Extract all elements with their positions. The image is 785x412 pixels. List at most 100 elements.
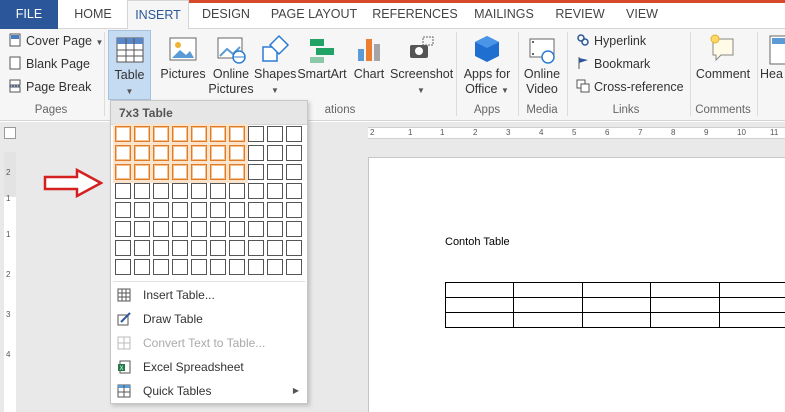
- table-cell[interactable]: [650, 297, 720, 313]
- grid-cell[interactable]: [286, 259, 302, 275]
- grid-cell[interactable]: [191, 240, 207, 256]
- document-page[interactable]: Contoh Table: [368, 157, 785, 412]
- table-cell[interactable]: [444, 312, 515, 328]
- grid-cell[interactable]: [248, 183, 264, 199]
- tab-view[interactable]: VIEW: [616, 0, 668, 29]
- table-row[interactable]: [444, 312, 785, 328]
- grid-cell-selected[interactable]: [153, 145, 169, 161]
- grid-cell[interactable]: [267, 221, 283, 237]
- horizontal-ruler[interactable]: 2 1 1 2 3 4 5 6 7 8 9 10 11: [368, 127, 785, 139]
- tab-review[interactable]: REVIEW: [550, 0, 610, 29]
- grid-cell[interactable]: [191, 221, 207, 237]
- table-cell[interactable]: [650, 312, 720, 328]
- grid-cell[interactable]: [115, 183, 131, 199]
- tab-page-layout[interactable]: PAGE LAYOUT: [262, 0, 366, 29]
- blank-page-button[interactable]: Blank Page: [8, 54, 90, 75]
- grid-cell[interactable]: [115, 221, 131, 237]
- bookmark-button[interactable]: Bookmark: [576, 54, 650, 75]
- chart-button[interactable]: Chart: [350, 33, 388, 82]
- tab-mailings[interactable]: MAILINGS: [466, 0, 542, 29]
- tab-home[interactable]: HOME: [62, 0, 124, 29]
- tab-selector[interactable]: [4, 127, 16, 139]
- insert-table-item[interactable]: Insert Table...: [111, 283, 307, 307]
- table-cell[interactable]: [513, 297, 583, 313]
- table-cell[interactable]: [581, 312, 652, 328]
- apps-for-office-button[interactable]: Apps for Office ▼: [460, 33, 514, 98]
- grid-cell[interactable]: [286, 240, 302, 256]
- table-cell[interactable]: [444, 282, 515, 298]
- hyperlink-button[interactable]: Hyperlink: [576, 31, 646, 52]
- grid-cell[interactable]: [210, 183, 226, 199]
- grid-cell[interactable]: [248, 126, 264, 142]
- comment-button[interactable]: Comment: [692, 33, 754, 82]
- table-cell[interactable]: [513, 282, 583, 298]
- grid-cell[interactable]: [153, 240, 169, 256]
- screenshot-button[interactable]: Screenshot ▼: [390, 33, 453, 98]
- grid-cell[interactable]: [115, 240, 131, 256]
- grid-cell-selected[interactable]: [134, 145, 150, 161]
- grid-cell[interactable]: [286, 164, 302, 180]
- grid-cell[interactable]: [210, 202, 226, 218]
- table-cell[interactable]: [718, 282, 785, 298]
- grid-cell[interactable]: [134, 240, 150, 256]
- grid-cell[interactable]: [153, 183, 169, 199]
- grid-cell[interactable]: [134, 183, 150, 199]
- excel-spreadsheet-item[interactable]: X Excel Spreadsheet: [111, 355, 307, 379]
- table-row[interactable]: [444, 282, 785, 298]
- grid-cell[interactable]: [286, 202, 302, 218]
- table-cell[interactable]: [444, 297, 515, 313]
- grid-cell-selected[interactable]: [153, 164, 169, 180]
- cross-reference-button[interactable]: Cross-reference: [576, 77, 684, 98]
- grid-cell-selected[interactable]: [210, 145, 226, 161]
- tab-design[interactable]: DESIGN: [194, 0, 258, 29]
- grid-cell-selected[interactable]: [229, 126, 245, 142]
- table-button[interactable]: Table ▼: [108, 30, 151, 100]
- grid-cell[interactable]: [210, 240, 226, 256]
- grid-cell[interactable]: [267, 240, 283, 256]
- table-cell[interactable]: [718, 297, 785, 313]
- grid-cell-selected[interactable]: [172, 126, 188, 142]
- grid-cell[interactable]: [286, 126, 302, 142]
- document-table[interactable]: [444, 282, 785, 328]
- grid-cell[interactable]: [229, 259, 245, 275]
- table-row[interactable]: [444, 297, 785, 313]
- grid-cell[interactable]: [286, 145, 302, 161]
- page-break-button[interactable]: Page Break: [8, 77, 91, 98]
- vertical-ruler[interactable]: 2 1 1 2 3 4: [4, 152, 16, 412]
- grid-cell[interactable]: [172, 259, 188, 275]
- tab-insert[interactable]: INSERT: [127, 0, 189, 30]
- grid-cell[interactable]: [210, 259, 226, 275]
- header-button[interactable]: Hea: [760, 33, 785, 82]
- shapes-button[interactable]: Shapes ▼: [254, 33, 296, 98]
- grid-cell-selected[interactable]: [115, 126, 131, 142]
- grid-cell[interactable]: [248, 259, 264, 275]
- online-video-button[interactable]: Online Video: [520, 33, 564, 97]
- grid-cell[interactable]: [172, 183, 188, 199]
- grid-cell[interactable]: [286, 183, 302, 199]
- grid-cell-selected[interactable]: [191, 164, 207, 180]
- grid-cell[interactable]: [229, 240, 245, 256]
- cover-page-button[interactable]: Cover Page ▼: [8, 31, 103, 52]
- grid-cell[interactable]: [191, 183, 207, 199]
- grid-cell[interactable]: [267, 145, 283, 161]
- grid-cell-selected[interactable]: [229, 164, 245, 180]
- grid-cell[interactable]: [267, 202, 283, 218]
- grid-cell[interactable]: [153, 221, 169, 237]
- grid-cell[interactable]: [267, 259, 283, 275]
- grid-cell[interactable]: [229, 221, 245, 237]
- grid-cell[interactable]: [134, 259, 150, 275]
- table-cell[interactable]: [581, 282, 652, 298]
- grid-cell[interactable]: [191, 202, 207, 218]
- draw-table-item[interactable]: Draw Table: [111, 307, 307, 331]
- grid-cell[interactable]: [229, 183, 245, 199]
- grid-cell[interactable]: [153, 202, 169, 218]
- grid-cell[interactable]: [248, 221, 264, 237]
- grid-cell[interactable]: [248, 164, 264, 180]
- grid-cell[interactable]: [229, 202, 245, 218]
- grid-cell[interactable]: [286, 221, 302, 237]
- pictures-button[interactable]: Pictures: [160, 33, 206, 82]
- grid-cell[interactable]: [172, 221, 188, 237]
- grid-cell[interactable]: [115, 202, 131, 218]
- quick-tables-item[interactable]: Quick Tables ▶: [111, 379, 307, 403]
- grid-cell-selected[interactable]: [153, 126, 169, 142]
